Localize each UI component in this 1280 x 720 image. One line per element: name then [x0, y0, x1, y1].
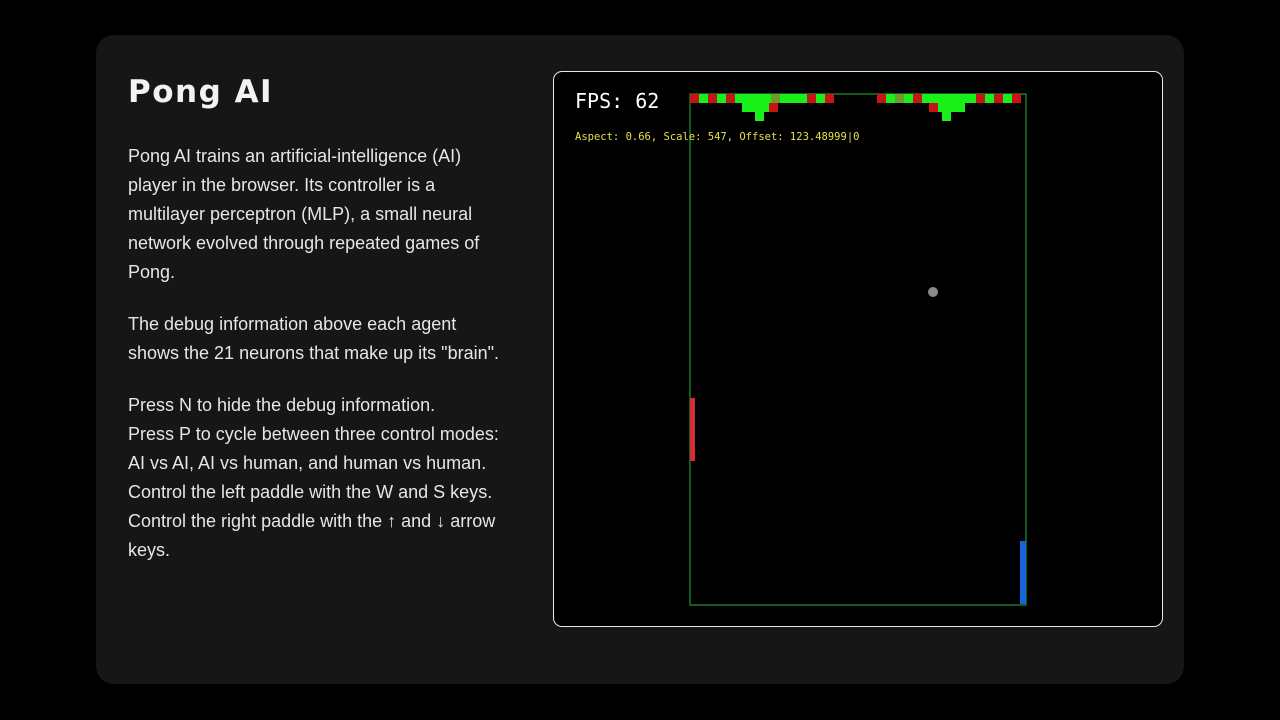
- neuron-cell: [742, 103, 751, 112]
- neuron-cell: [1003, 94, 1012, 103]
- neuron-cell: [751, 103, 760, 112]
- neuron-cell: [904, 94, 913, 103]
- neuron-cell: [753, 94, 762, 103]
- right-paddle: [1020, 541, 1026, 604]
- neuron-cell: [825, 94, 834, 103]
- neuron-cell: [994, 94, 1003, 103]
- right-agent-neurons: [877, 94, 1021, 121]
- neuron-cell: [942, 112, 951, 121]
- neuron-cell: [798, 94, 807, 103]
- neuron-cell: [816, 94, 825, 103]
- neuron-cell: [913, 94, 922, 103]
- neuron-cell: [769, 103, 778, 112]
- controls-line: Control the right paddle with the ↑ and …: [128, 511, 496, 560]
- neuron-cell: [877, 94, 886, 103]
- neuron-cell: [755, 112, 764, 121]
- game-canvas[interactable]: FPS: 62 Aspect: 0.66, Scale: 547, Offset…: [553, 71, 1163, 627]
- controls-line: Press P to cycle between three control m…: [128, 424, 499, 473]
- neuron-cell: [807, 94, 816, 103]
- fps-counter: FPS: 62: [575, 89, 659, 113]
- neuron-cell: [886, 94, 895, 103]
- neuron-cell: [726, 94, 735, 103]
- neuron-cell: [947, 103, 956, 112]
- left-paddle: [690, 398, 695, 461]
- neuron-cell: [789, 94, 798, 103]
- neuron-cell: [699, 94, 708, 103]
- neuron-cell: [949, 94, 958, 103]
- neuron-cell: [760, 103, 769, 112]
- page-title: Pong AI: [128, 74, 274, 110]
- neuron-cell: [931, 94, 940, 103]
- debug-paragraph: The debug information above each agent s…: [128, 314, 499, 363]
- intro-paragraph: Pong AI trains an artificial-intelligenc…: [128, 146, 480, 282]
- neuron-cell: [735, 94, 744, 103]
- game-scene: FPS: 62 Aspect: 0.66, Scale: 547, Offset…: [575, 89, 1027, 606]
- neuron-cell: [922, 94, 931, 103]
- neuron-cell: [744, 94, 753, 103]
- neuron-cell: [958, 94, 967, 103]
- neuron-cell: [690, 94, 699, 103]
- neuron-cell: [929, 103, 938, 112]
- debug-readout: Aspect: 0.66, Scale: 547, Offset: 123.48…: [575, 131, 859, 143]
- controls-line: Press N to hide the debug information.: [128, 395, 436, 415]
- controls-paragraph: Press N to hide the debug information. P…: [128, 391, 508, 565]
- neuron-cell: [956, 103, 965, 112]
- neuron-cell: [940, 94, 949, 103]
- neuron-cell: [938, 103, 947, 112]
- neuron-cell: [708, 94, 717, 103]
- description: Pong AI trains an artificial-intelligenc…: [128, 142, 508, 588]
- court-border: [689, 93, 1027, 606]
- neuron-cell: [717, 94, 726, 103]
- neuron-cell: [895, 94, 904, 103]
- neuron-cell: [976, 94, 985, 103]
- neuron-cell: [762, 94, 771, 103]
- left-agent-neurons: [690, 94, 834, 121]
- neuron-cell: [1012, 94, 1021, 103]
- ball: [928, 287, 938, 297]
- neuron-cell: [780, 94, 789, 103]
- neuron-cell: [771, 94, 780, 103]
- controls-line: Control the left paddle with the W and S…: [128, 482, 493, 502]
- neuron-cell: [985, 94, 994, 103]
- neuron-cell: [967, 94, 976, 103]
